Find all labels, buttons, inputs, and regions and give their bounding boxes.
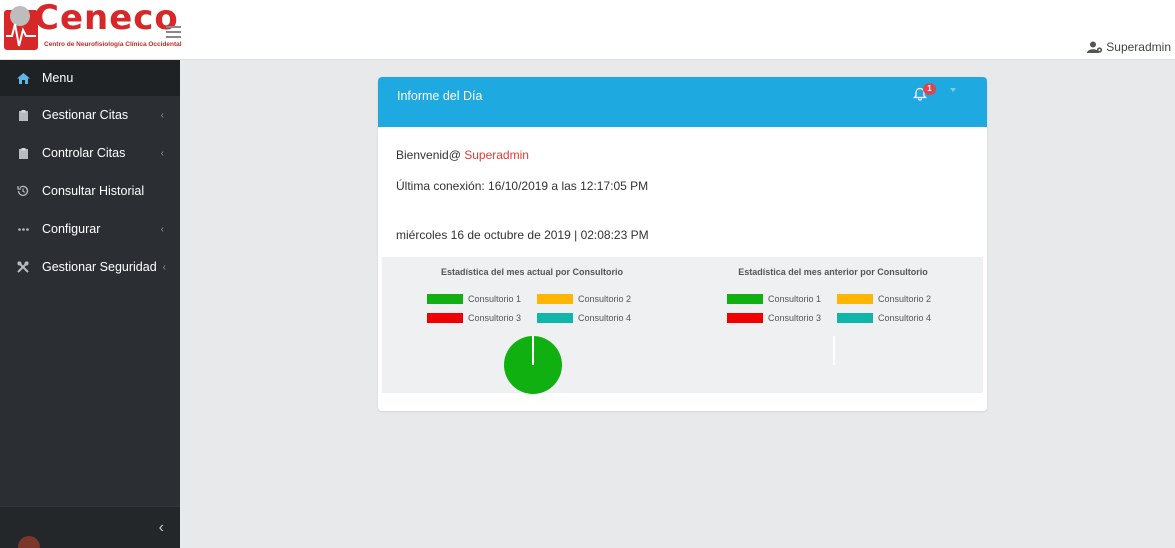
- user-settings-icon: [1087, 41, 1103, 53]
- legend-item: Consultorio 2: [537, 294, 631, 304]
- legend-label: Consultorio 3: [468, 313, 522, 323]
- statistics-panel: Estadística del mes actual por Consultor…: [382, 257, 983, 394]
- sidebar-item-label: Gestionar Citas: [42, 108, 129, 122]
- legend-swatch: [427, 294, 463, 304]
- chevron-left-icon: ‹: [160, 223, 164, 235]
- clipboard-icon: [16, 109, 30, 121]
- legend-item: Consultorio 2: [837, 294, 931, 304]
- tools-icon: [16, 261, 30, 273]
- history-icon: [16, 185, 30, 197]
- dropdown-caret-icon[interactable]: [950, 88, 956, 92]
- sidebar-item-label: Controlar Citas: [42, 146, 126, 160]
- legend-swatch: [537, 313, 573, 323]
- brand-name: Ceneco: [34, 0, 179, 38]
- chart-current-month: Estadística del mes actual por Consultor…: [382, 257, 682, 394]
- legend-swatch: [427, 313, 463, 323]
- menu-toggle-icon[interactable]: [166, 26, 181, 38]
- sidebar-item-configurar[interactable]: Configurar ‹: [0, 210, 180, 248]
- ellipsis-icon: [16, 227, 30, 231]
- clipboard-icon: [16, 147, 30, 159]
- sidebar-item-label: Gestionar Seguridad: [42, 260, 157, 274]
- welcome-line: Bienvenid@ Superadmin: [396, 148, 529, 162]
- chart-title: Estadística del mes actual por Consultor…: [440, 267, 624, 277]
- legend-item: Consultorio 4: [837, 313, 931, 323]
- sidebar-item-gestionar-seguridad[interactable]: Gestionar Seguridad ‹: [0, 248, 180, 286]
- sidebar-item-label: Configurar: [42, 222, 101, 236]
- user-name: Superadmin: [1106, 40, 1171, 54]
- sidebar-footer: ‹: [0, 506, 180, 548]
- chevron-left-icon: ‹: [162, 261, 166, 273]
- sidebar-item-gestionar-citas[interactable]: Gestionar Citas ‹: [0, 96, 180, 134]
- report-card-header: Informe del Día 1: [378, 77, 987, 127]
- legend-item: Consultorio 3: [727, 313, 821, 323]
- legend-label: Consultorio 2: [878, 294, 932, 304]
- last-login: Última conexión: 16/10/2019 a las 12:17:…: [396, 179, 649, 193]
- home-icon: [16, 72, 30, 84]
- report-title: Informe del Día: [397, 89, 483, 103]
- legend-item: Consultorio 1: [427, 294, 521, 304]
- top-navbar: Ceneco Centro de Neurofisiología Clínica…: [0, 0, 1175, 60]
- pie-chart-previous: [833, 336, 835, 365]
- legend-label: Consultorio 2: [578, 294, 632, 304]
- chevron-left-icon: ‹: [160, 109, 164, 121]
- sidebar-item-consultar-historial[interactable]: Consultar Historial: [0, 172, 180, 210]
- sidebar-item-menu[interactable]: Menu: [0, 60, 180, 96]
- legend-swatch: [837, 313, 873, 323]
- legend-label: Consultorio 4: [578, 313, 632, 323]
- welcome-user: Superadmin: [464, 148, 529, 162]
- ceneco-logo[interactable]: Ceneco Centro de Neurofisiología Clínica…: [2, 0, 182, 54]
- chart-title: Estadística del mes anterior por Consult…: [738, 267, 928, 277]
- sidebar-item-label: Menu: [42, 71, 74, 85]
- pie-chart-current: [504, 336, 562, 394]
- legend-label: Consultorio 1: [468, 294, 522, 304]
- notification-badge: 1: [923, 83, 936, 95]
- current-date: miércoles 16 de octubre de 2019 | 02:08:…: [396, 228, 649, 242]
- legend-item: Consultorio 1: [727, 294, 821, 304]
- brand-tagline: Centro de Neurofisiología Clínica Occide…: [44, 41, 182, 48]
- legend-swatch: [837, 294, 873, 304]
- sidebar-item-controlar-citas[interactable]: Controlar Citas ‹: [0, 134, 180, 172]
- collapse-sidebar-icon[interactable]: ‹: [159, 519, 164, 537]
- legend-swatch: [727, 294, 763, 304]
- legend-label: Consultorio 4: [878, 313, 932, 323]
- legend-label: Consultorio 3: [768, 313, 822, 323]
- legend-swatch: [537, 294, 573, 304]
- legend-swatch: [727, 313, 763, 323]
- sidebar-item-label: Consultar Historial: [42, 184, 145, 198]
- chart-previous-month: Estadística del mes anterior por Consult…: [683, 257, 983, 393]
- welcome-prefix: Bienvenid@: [396, 148, 461, 162]
- legend-item: Consultorio 3: [427, 313, 521, 323]
- sidebar: Menu Gestionar Citas ‹ Controlar Citas ‹…: [0, 60, 180, 548]
- report-card: Informe del Día 1 Bienvenid@ Superadmin …: [378, 77, 987, 411]
- status-dot: [18, 536, 40, 548]
- legend-item: Consultorio 4: [537, 313, 631, 323]
- legend-label: Consultorio 1: [768, 294, 822, 304]
- chevron-left-icon: ‹: [160, 147, 164, 159]
- user-menu[interactable]: Superadmin: [1087, 40, 1171, 54]
